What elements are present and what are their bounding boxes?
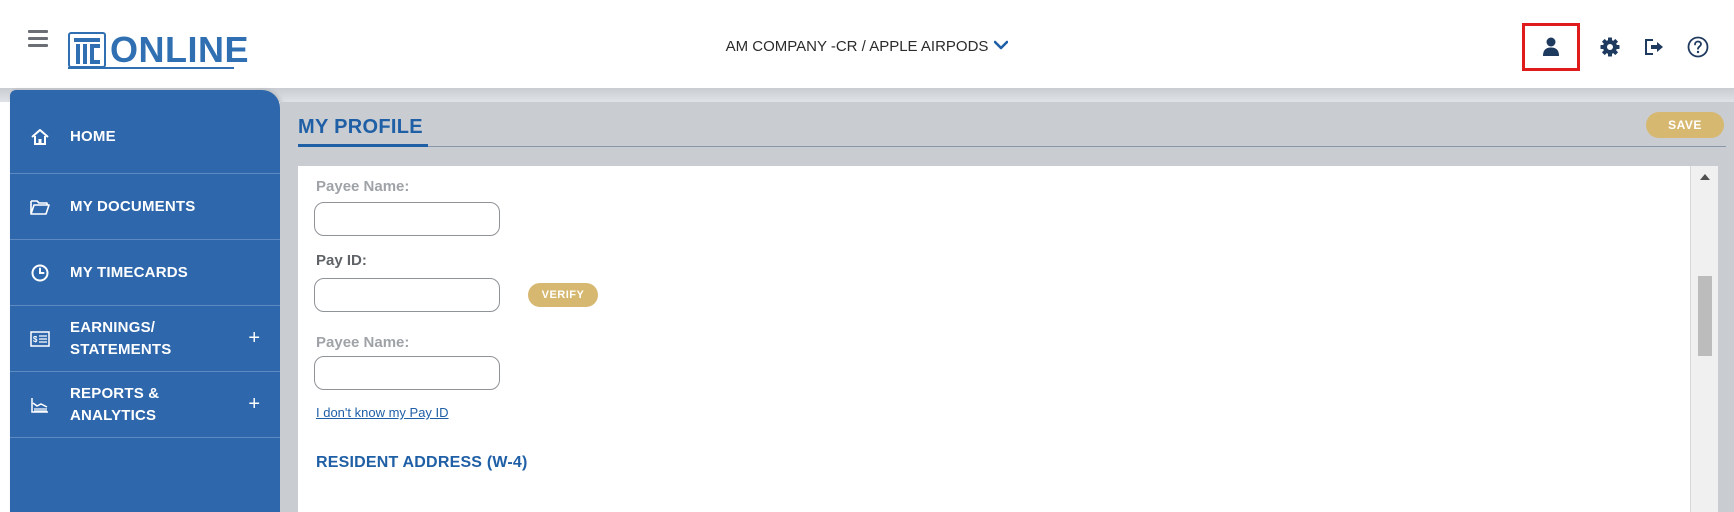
dont-know-pay-id-link[interactable]: I don't know my Pay ID xyxy=(316,405,449,420)
sidebar-item-my-timecards[interactable]: MY TIMECARDS xyxy=(10,240,280,306)
sidebar-item-label: HOME xyxy=(70,127,116,145)
logout-icon[interactable] xyxy=(1632,26,1676,68)
logo-underline xyxy=(68,67,234,69)
chevron-down-icon[interactable] xyxy=(994,37,1009,53)
title-underline xyxy=(298,144,428,147)
sidebar-item-earnings-statements[interactable]: $ EARNINGS/ STATEMENTS + xyxy=(10,306,280,372)
user-icon[interactable] xyxy=(1522,23,1580,71)
sidebar: HOME MY DOCUMENTS MY TIMECARDS $ EARNING… xyxy=(10,90,280,512)
svg-text:$: $ xyxy=(33,335,38,344)
help-icon[interactable] xyxy=(1676,26,1720,68)
page-title: MY PROFILE xyxy=(298,116,423,138)
folder-icon xyxy=(10,199,70,215)
pay-id-label: Pay ID: xyxy=(316,252,367,269)
company-selector-label[interactable]: AM COMPANY -CR / APPLE AIRPODS xyxy=(726,38,989,55)
payee-name-label: Payee Name: xyxy=(316,178,410,195)
expand-plus-icon[interactable]: + xyxy=(248,327,260,350)
home-icon xyxy=(10,128,70,146)
sidebar-item-reports-analytics[interactable]: REPORTS & ANALYTICS + xyxy=(10,372,280,438)
sidebar-item-label: MY DOCUMENTS xyxy=(70,197,196,215)
vertical-scrollbar[interactable] xyxy=(1690,166,1718,512)
sidebar-item-label: MY TIMECARDS xyxy=(70,263,188,281)
resident-address-section-title: RESIDENT ADDRESS (W-4) xyxy=(316,454,528,471)
scroll-up-arrow-icon[interactable] xyxy=(1700,174,1710,180)
scroll-thumb[interactable] xyxy=(1698,276,1712,356)
payee-name-label-2: Payee Name: xyxy=(316,334,410,351)
sidebar-item-label: REPORTS & ANALYTICS xyxy=(70,384,160,424)
page-header: MY PROFILE SAVE xyxy=(280,102,1734,148)
save-button[interactable]: SAVE xyxy=(1646,112,1724,138)
payee-name-input-2[interactable] xyxy=(314,356,500,390)
statement-icon: $ xyxy=(10,330,70,347)
sidebar-item-my-documents[interactable]: MY DOCUMENTS xyxy=(10,174,280,240)
gear-icon[interactable] xyxy=(1588,26,1632,68)
expand-plus-icon[interactable]: + xyxy=(248,393,260,416)
pay-id-input[interactable] xyxy=(314,278,500,312)
chart-icon xyxy=(10,396,70,414)
header-divider xyxy=(298,146,1726,147)
payee-name-input[interactable] xyxy=(314,202,500,236)
profile-form-card: Payee Name: Pay ID: VERIFY Payee Name: I… xyxy=(298,166,1690,512)
main-panel: MY PROFILE SAVE Payee Name: Pay ID: VERI… xyxy=(280,102,1734,512)
top-bar: ONLINE AM COMPANY -CR / APPLE AIRPODS xyxy=(0,0,1734,90)
company-selector[interactable]: AM COMPANY -CR / APPLE AIRPODS xyxy=(0,38,1734,55)
sidebar-item-home[interactable]: HOME xyxy=(10,90,280,174)
sidebar-item-label: EARNINGS/ STATEMENTS xyxy=(70,318,172,358)
verify-button[interactable]: VERIFY xyxy=(528,283,598,307)
top-icon-bar xyxy=(1522,23,1720,71)
clock-icon xyxy=(10,264,70,282)
